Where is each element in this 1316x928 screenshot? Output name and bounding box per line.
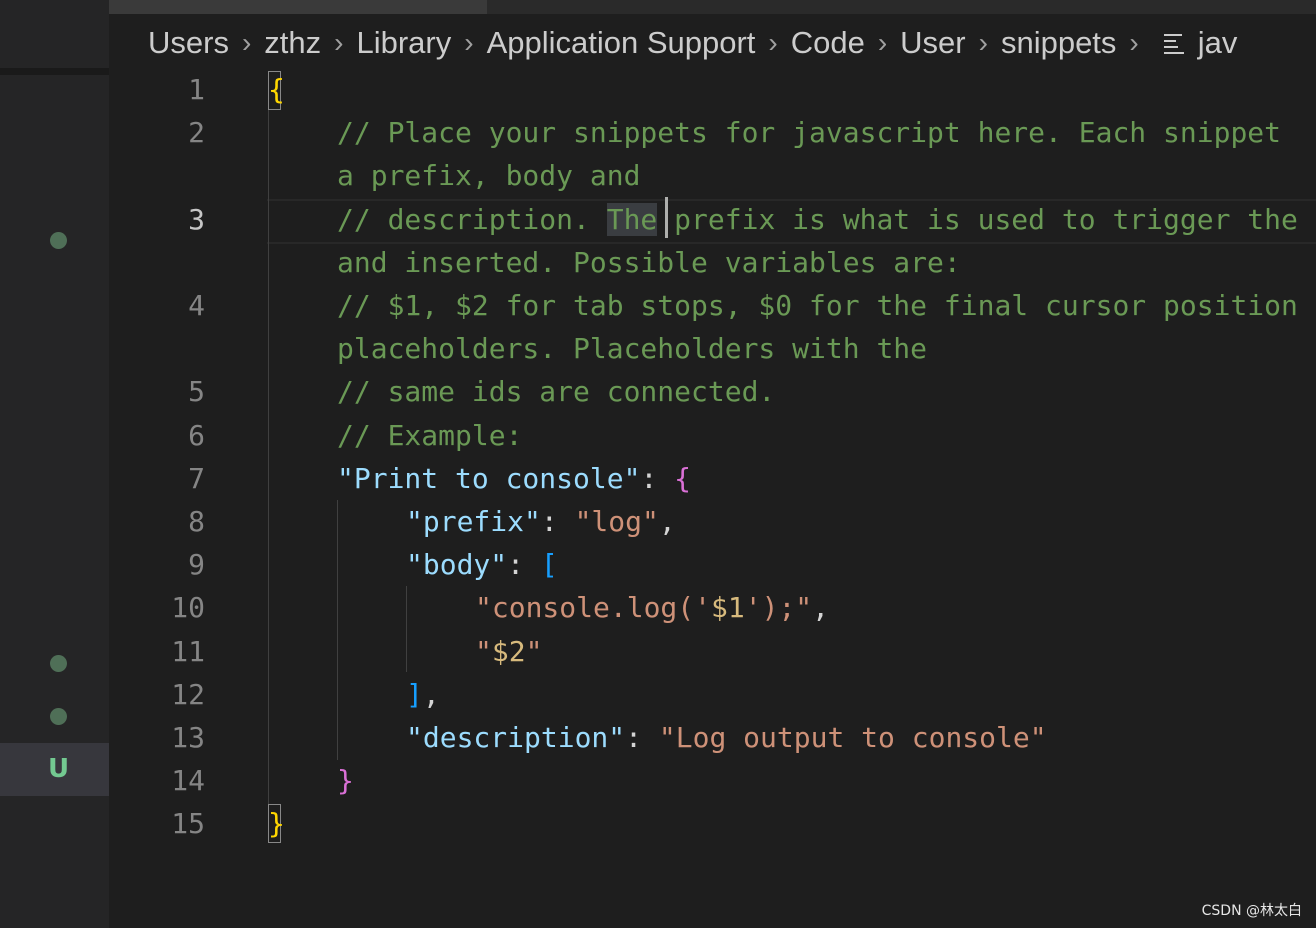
json-string: "console.log(' — [475, 591, 712, 624]
modified-dot-icon — [50, 655, 67, 672]
code-line-3: // description. The prefix is what is us… — [337, 198, 1298, 241]
breadcrumb-item-users[interactable]: Users — [148, 25, 229, 61]
line-number-active: 3 — [188, 203, 205, 236]
chevron-right-icon: › — [241, 27, 252, 58]
comma: , — [422, 678, 440, 711]
colon: : — [640, 462, 675, 495]
breadcrumb-item-code[interactable]: Code — [791, 25, 865, 61]
open-bracket: [ — [540, 548, 558, 581]
line-number: 15 — [171, 807, 205, 840]
code-line-5: // same ids are connected. — [337, 375, 776, 408]
colon: : — [507, 548, 541, 581]
line-number: 7 — [188, 462, 205, 495]
code-line-4-wrap: placeholders. Placeholders with the — [337, 332, 928, 365]
code-editor[interactable]: 1 2 3 4 5 6 7 8 9 10 11 12 13 14 15 { //… — [109, 68, 1316, 928]
line-number: 13 — [171, 721, 205, 754]
breadcrumb-item-library[interactable]: Library — [356, 25, 451, 61]
sidebar-divider — [0, 68, 109, 75]
close-bracket: ] — [406, 678, 423, 711]
line-number: 10 — [171, 591, 205, 624]
breadcrumb-item-snippets[interactable]: snippets — [1001, 25, 1116, 61]
code-line-15: } — [268, 802, 285, 845]
code-line-14: } — [337, 759, 354, 802]
line-number: 14 — [171, 764, 205, 797]
breadcrumb-item-application-support[interactable]: Application Support — [487, 25, 756, 61]
word-highlight: The — [606, 203, 658, 236]
colon: : — [625, 721, 659, 754]
code-line-3-wrap: and inserted. Possible variables are: — [337, 246, 961, 279]
line-number: 5 — [188, 375, 205, 408]
chevron-right-icon: › — [877, 27, 888, 58]
close-brace: } — [268, 807, 285, 840]
untracked-badge: U — [48, 754, 70, 784]
breadcrumb-item-zthz[interactable]: zthz — [264, 25, 321, 61]
code-line-2-wrap: a prefix, body and — [337, 159, 641, 192]
line-number: 8 — [188, 505, 205, 538]
open-brace: { — [674, 462, 692, 495]
json-string: " — [525, 635, 543, 668]
code-line-7: "Print to console": { — [337, 457, 691, 500]
line-number: 1 — [188, 73, 205, 106]
line-number: 12 — [171, 678, 205, 711]
snippet-variable: $2 — [491, 635, 526, 668]
json-key: "Print to console" — [337, 462, 641, 495]
active-tab[interactable] — [109, 0, 487, 14]
snippet-variable: $1 — [711, 591, 745, 624]
breadcrumb: Users › zthz › Library › Application Sup… — [148, 22, 1237, 64]
json-key: "body" — [406, 548, 508, 581]
code-text: // description. — [337, 203, 607, 236]
line-number: 6 — [188, 419, 205, 452]
line-number: 11 — [171, 635, 205, 668]
json-string: " — [475, 635, 492, 668]
indent-guide — [406, 586, 407, 672]
modified-dot-icon — [50, 708, 67, 725]
breadcrumb-item-user[interactable]: User — [900, 25, 965, 61]
line-number: 4 — [188, 289, 205, 322]
comma: , — [658, 505, 676, 538]
chevron-right-icon: › — [978, 27, 988, 58]
sidebar-header — [0, 0, 109, 68]
code-line-12: ], — [406, 673, 440, 716]
code-line-9: "body": [ — [406, 543, 558, 586]
json-key: "description" — [406, 721, 626, 754]
code-line-1: { — [268, 68, 285, 111]
open-brace: { — [268, 73, 285, 106]
code-line-11: "$2" — [475, 630, 542, 673]
close-brace: } — [337, 764, 354, 797]
text-cursor — [665, 197, 668, 238]
colon: : — [540, 505, 575, 538]
watermark: CSDN @林太白 — [1201, 903, 1302, 919]
code-line-13: "description": "Log output to console" — [406, 716, 1047, 759]
chevron-right-icon: › — [768, 27, 778, 58]
code-line-8: "prefix": "log", — [406, 500, 676, 543]
json-string: "log" — [574, 505, 659, 538]
chevron-right-icon: › — [1129, 27, 1139, 58]
chevron-right-icon: › — [464, 27, 474, 58]
line-number: 2 — [188, 116, 205, 149]
tab-strip — [109, 0, 1316, 14]
modified-dot-icon — [50, 232, 67, 249]
symbol-file-lines-icon — [1163, 32, 1184, 54]
indent-guide — [268, 90, 269, 828]
json-string: ');" — [744, 591, 813, 624]
indent-guide — [337, 500, 338, 760]
code-line-2: // Place your snippets for javascript he… — [337, 116, 1282, 149]
chevron-right-icon: › — [334, 27, 344, 58]
code-line-4: // $1, $2 for tab stops, $0 for the fina… — [337, 289, 1298, 322]
line-number: 9 — [188, 548, 205, 581]
json-key: "prefix" — [406, 505, 541, 538]
code-line-10: "console.log('$1');", — [475, 586, 829, 629]
file-item-untracked[interactable]: U — [0, 743, 109, 796]
code-line-6: // Example: — [337, 419, 523, 452]
code-text: prefix is what is used to trigger the — [657, 203, 1298, 236]
explorer-sidebar: U — [0, 0, 109, 928]
breadcrumb-item-file[interactable]: jav — [1198, 25, 1238, 61]
comma: , — [812, 591, 830, 624]
json-string: "Log output to console" — [658, 721, 1047, 754]
